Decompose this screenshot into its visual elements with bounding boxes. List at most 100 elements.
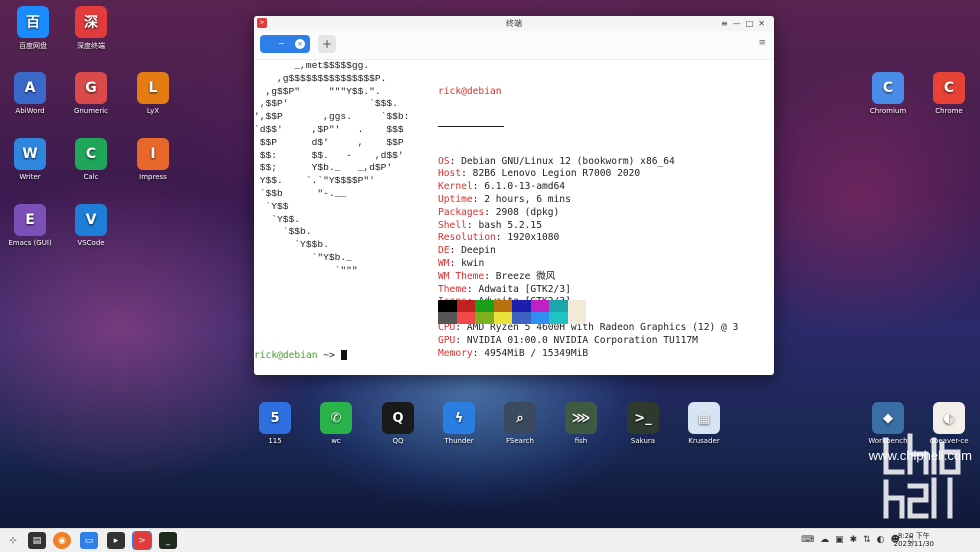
terminal-window[interactable]: > 终端 ≡—□✕ ~ × + ≡ _,met$$$$$gg. ,g$$$$$$… <box>254 16 774 375</box>
info-user-host: rick@debian <box>438 85 502 97</box>
info-separator: : <box>461 168 473 180</box>
desktop-icon-l2[interactable]: A AbiWord <box>0 72 63 115</box>
abiword-icon: A <box>14 72 46 104</box>
text-cursor <box>340 350 347 360</box>
info-separator: : <box>484 270 496 282</box>
color-swatch <box>493 312 512 324</box>
vscode-icon: V <box>75 204 107 236</box>
desktop-icon-l3[interactable]: G Gnumeric <box>58 72 124 115</box>
window-controls: ≡—□✕ <box>721 16 770 31</box>
desktop-icon-dock6[interactable]: >_ Sakura <box>616 402 670 445</box>
info-value: 2908 (dpkg) <box>495 206 560 218</box>
icon-label: FSearch <box>506 437 534 445</box>
icon-label: Gnumeric <box>73 107 109 115</box>
desktop-icon-l8[interactable]: E Emacs (GUI) <box>0 204 63 247</box>
desktop-icon-l4[interactable]: L LyX <box>120 72 186 115</box>
info-line: OS: Debian GNU/Linux 12 (bookworm) x86_6… <box>438 156 738 169</box>
deepin-terminal-taskbar-icon[interactable]: > <box>132 531 152 550</box>
icon-label: Chrome <box>935 107 963 115</box>
info-value: 4954MiB / 15349MiB <box>484 347 589 359</box>
info-separator: : <box>472 181 485 193</box>
icon-label: Emacs (GUI) <box>8 239 52 247</box>
minimize-icon[interactable]: — <box>733 19 746 28</box>
color-swatch <box>456 312 475 324</box>
info-line: Uptime: 2 hours, 6 mins <box>438 194 738 207</box>
icon-label: Sakura <box>630 437 656 445</box>
info-line: Theme: Adwaita [GTK2/3] <box>438 284 738 297</box>
info-value: 1920x1080 <box>507 232 560 244</box>
color-swatch <box>438 312 457 324</box>
file-manager-icon[interactable]: ▭ <box>80 532 98 549</box>
system-info: rick@debian OS: Debian GNU/Linux 12 (boo… <box>438 60 738 375</box>
desktop-icon-l5[interactable]: W Writer <box>0 138 63 181</box>
info-key: Host <box>438 168 462 180</box>
info-line: Memory: 4954MiB / 15349MiB <box>438 348 738 361</box>
info-line: DE: Deepin <box>438 245 738 258</box>
prompt-user: rick@debian <box>254 350 318 361</box>
writer-icon: W <box>14 138 46 170</box>
color-swatch <box>512 300 531 312</box>
icon-label: Calc <box>83 173 99 181</box>
info-key: Shell <box>438 219 467 231</box>
desktop-icon-dock2[interactable]: Q QQ <box>371 402 425 445</box>
add-tab-button[interactable]: + <box>318 35 336 53</box>
info-line: Resolution: 1920x1080 <box>438 232 738 245</box>
desktop-icon-l7[interactable]: I Impress <box>120 138 186 181</box>
clock[interactable]: 8:20 下午 2023/11/30 <box>894 532 934 548</box>
krusader-icon: ▦ <box>688 402 720 434</box>
info-key: Resolution <box>438 232 496 244</box>
tab-menu-icon[interactable]: ≡ <box>758 38 766 48</box>
deepin-terminal-icon: 深 <box>75 6 107 38</box>
terminal-taskbar-icon[interactable]: ▸ <box>107 532 125 549</box>
chromium-icon: C <box>872 72 904 104</box>
tab-close-icon[interactable]: × <box>295 39 305 49</box>
icon-label: 百度网盘 <box>19 42 47 50</box>
icon-label: Chromium <box>869 107 907 115</box>
color-swatch <box>475 300 494 312</box>
launcher-icon[interactable]: ⊹ <box>4 532 22 549</box>
icon-label: wc <box>331 437 341 445</box>
desktop-icon-dock3[interactable]: ϟ Thunder <box>432 402 486 445</box>
color-swatch <box>456 300 475 312</box>
info-value: 6.1.0-13-amd64 <box>484 181 566 193</box>
tab-bar: ~ × + ≡ <box>254 31 774 60</box>
desktop-icon-r1[interactable]: C Chrome <box>916 72 980 115</box>
calc-icon: C <box>75 138 107 170</box>
sakura-taskbar-icon[interactable]: _ <box>159 532 177 549</box>
desktop-icon-dock4[interactable]: ⌕ FSearch <box>493 402 547 445</box>
wechat-icon: ✆ <box>320 402 352 434</box>
shell-prompt[interactable]: rick@debian ~> <box>254 350 347 363</box>
menu-icon[interactable]: ≡ <box>721 19 733 28</box>
info-separator: : <box>449 245 462 257</box>
desktop-icon-l1[interactable]: 深深度终端 <box>58 6 124 51</box>
tab-home[interactable]: ~ × <box>260 35 310 53</box>
color-swatch <box>530 312 549 324</box>
terminal-output[interactable]: _,met$$$$$gg. ,g$$$$$$$$$$$$$$$P. ,g$$P"… <box>254 60 774 375</box>
info-line: Kernel: 6.1.0-13-amd64 <box>438 181 738 194</box>
info-line: GPU: NVIDIA 01:00.0 NVIDIA Corporation T… <box>438 335 738 348</box>
desktop-icon-l9[interactable]: V VSCode <box>58 204 124 247</box>
info-key: WM Theme <box>438 270 485 282</box>
tab-label: ~ <box>278 39 285 48</box>
prompt-path: ~> <box>317 350 341 361</box>
firefox-icon[interactable]: ◉ <box>53 532 71 549</box>
multitask-icon[interactable]: ▤ <box>28 532 46 549</box>
info-separator: : <box>466 283 479 295</box>
desktop-icon-dock1[interactable]: ✆ wc <box>309 402 363 445</box>
desktop-icon-dock0[interactable]: 5 115 <box>248 402 302 445</box>
info-separator: : <box>455 334 467 346</box>
close-icon[interactable]: ✕ <box>758 19 770 28</box>
title-bar[interactable]: > 终端 ≡—□✕ <box>254 16 774 31</box>
desktop-icon-dock5[interactable]: ⋙ fish <box>554 402 608 445</box>
desktop-icon-dock7[interactable]: ▦ Krusader <box>677 402 731 445</box>
info-value: 2 hours, 6 mins <box>484 193 571 205</box>
desktop-icon-l6[interactable]: C Calc <box>58 138 124 181</box>
desktop-icon-r0[interactable]: C Chromium <box>855 72 921 115</box>
lyx-icon: L <box>137 72 169 104</box>
info-separator: : <box>495 232 508 244</box>
desktop-icon-l0[interactable]: 百百度网盘 <box>0 6 66 51</box>
info-separator: : <box>472 193 485 205</box>
maximize-icon[interactable]: □ <box>746 19 759 28</box>
info-value: Breeze 微风 <box>495 270 556 282</box>
taskbar: ⊹ ▤ ◉ ▭ ▸ > _ ⌨☁▣✱⇅◐☻♫ 8:20 下午 2023/11/3… <box>0 528 980 552</box>
